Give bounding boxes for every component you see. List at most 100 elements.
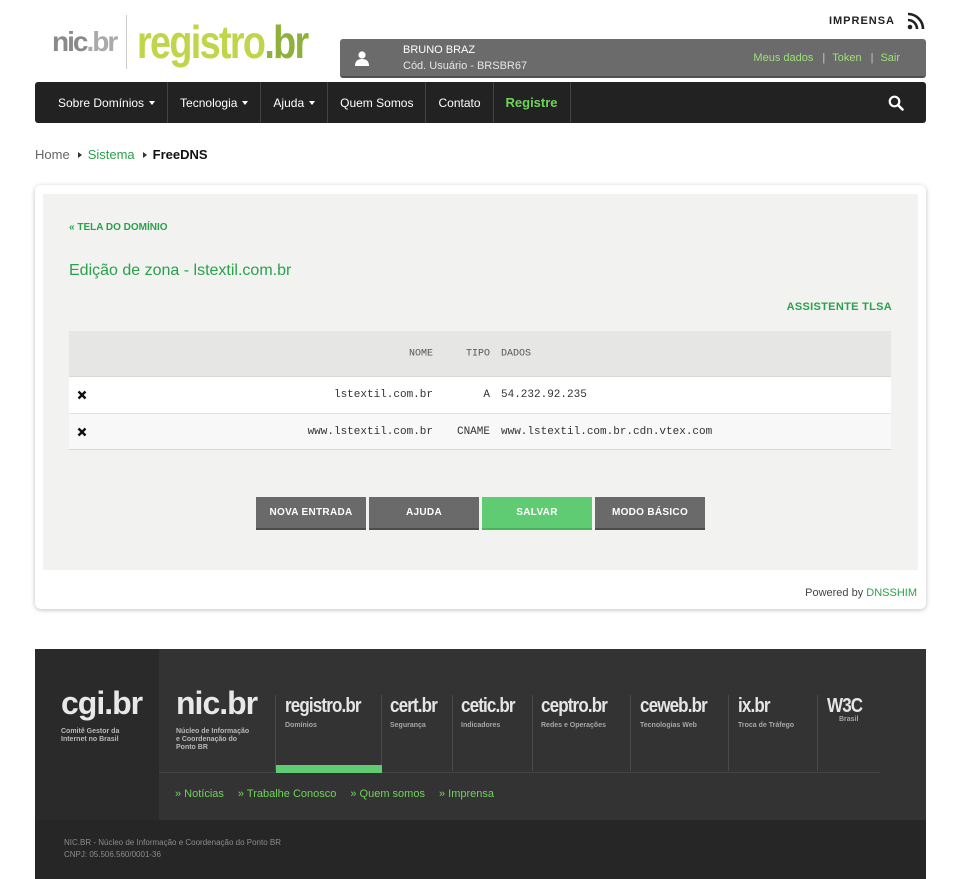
nav-label: Ajuda bbox=[273, 95, 305, 110]
back-to-domain-link[interactable]: « TELA DO DOMÍNIO bbox=[69, 222, 168, 233]
registro-br-logo[interactable]: registro.br bbox=[137, 15, 309, 69]
registro-logo-text: registro bbox=[137, 16, 266, 68]
powered-by-label: Powered by bbox=[805, 587, 867, 599]
save-button[interactable]: SALVAR bbox=[482, 497, 592, 530]
breadcrumb-current: FreeDNS bbox=[152, 147, 208, 162]
brand-divider bbox=[817, 695, 818, 771]
footer-link-quem-somos[interactable]: » Quem somos bbox=[350, 788, 425, 800]
nav-label: Registre bbox=[505, 95, 558, 110]
record-name: lstextil.com.br bbox=[333, 389, 433, 401]
dnsshim-link[interactable]: DNSSHIM bbox=[866, 587, 917, 599]
brand-divider bbox=[381, 695, 382, 771]
link-separator: | bbox=[822, 52, 826, 64]
org-cnpj: CNPJ: 05.506.560/0001-36 bbox=[64, 850, 161, 859]
brand-cert-br[interactable]: cert.br Segurança bbox=[390, 695, 445, 729]
nav-item-ajuda[interactable]: Ajuda bbox=[261, 82, 329, 123]
brand-divider bbox=[452, 695, 453, 771]
caret-right-icon bbox=[77, 151, 82, 158]
brand-registro-br[interactable]: registro.br Domínios bbox=[285, 695, 374, 729]
brand-divider bbox=[532, 695, 533, 771]
user-name: BRUNO BRAZ bbox=[403, 44, 476, 56]
footer-links: » Notícias » Trabalhe Conosco » Quem som… bbox=[175, 788, 494, 800]
tlsa-assistant-link[interactable]: ASSISTENTE TLSA bbox=[787, 301, 892, 313]
nav-item-tecnologia[interactable]: Tecnologia bbox=[168, 82, 262, 123]
column-header-type: TIPO bbox=[465, 348, 490, 359]
nav-label: Sobre Domínios bbox=[58, 95, 145, 110]
footer-link-trabalhe-conosco[interactable]: » Trabalhe Conosco bbox=[238, 788, 336, 800]
logout-link[interactable]: Sair bbox=[880, 52, 900, 64]
nic-br-logo[interactable]: nic.br bbox=[52, 26, 118, 58]
record-data: www.lstextil.com.br.cdn.vtex.com bbox=[501, 425, 713, 438]
cgi-br-logo: cgi.br bbox=[61, 685, 143, 721]
cgi-br-block[interactable]: cgi.br Comitê Gestor da Internet no Bras… bbox=[35, 649, 159, 820]
caret-down-icon bbox=[242, 101, 249, 105]
brand-name: cert.br bbox=[390, 695, 438, 717]
my-data-link[interactable]: Meus dados bbox=[753, 52, 813, 64]
brand-sub: Tecnologias Web bbox=[640, 722, 697, 729]
nic-logo-suffix: .br bbox=[86, 26, 118, 57]
brand-name: ceweb.br bbox=[640, 695, 708, 717]
help-button[interactable]: AJUDA bbox=[369, 497, 479, 530]
page-title: Edição de zona - lstextil.com.br bbox=[69, 262, 292, 279]
user-links: Meus dados | Token | Sair bbox=[753, 52, 900, 64]
column-header-data: DADOS bbox=[501, 348, 532, 359]
brand-sub: Troca de Tráfego bbox=[738, 722, 795, 729]
nav-item-registre[interactable]: Registre bbox=[494, 82, 571, 123]
footer-bottom: NIC.BR - Núcleo de Informação e Coordena… bbox=[35, 820, 926, 879]
breadcrumb-sistema[interactable]: Sistema bbox=[88, 147, 135, 162]
search-icon[interactable] bbox=[888, 95, 904, 111]
brand-cetic-br[interactable]: cetic.br Indicadores bbox=[461, 695, 524, 729]
dns-records-table: NOME TIPO DADOS lstextil.com.br A 54.232… bbox=[69, 331, 891, 450]
delete-icon[interactable] bbox=[77, 427, 87, 437]
brand-name: ix.br bbox=[738, 695, 771, 717]
caret-down-icon bbox=[309, 101, 316, 105]
imprensa-link[interactable]: IMPRENSA bbox=[829, 12, 925, 30]
nav-item-quem-somos[interactable]: Quem Somos bbox=[328, 82, 427, 123]
rss-icon[interactable] bbox=[907, 12, 925, 30]
brand-name: cetic.br bbox=[461, 695, 516, 717]
nav-label: Contato bbox=[438, 95, 481, 110]
brand-ceweb-br[interactable]: ceweb.br Tecnologias Web bbox=[640, 695, 719, 729]
brand-divider bbox=[728, 695, 729, 771]
brand-ix-br[interactable]: ix.br Troca de Tráfego bbox=[738, 695, 794, 729]
brand-name: registro.br bbox=[285, 695, 362, 717]
footer-org-info: NIC.BR - Núcleo de Informação e Coordena… bbox=[64, 837, 281, 861]
breadcrumb-home[interactable]: Home bbox=[35, 147, 70, 162]
brand-divider bbox=[275, 695, 276, 771]
brand-w3c-brasil[interactable]: W3C Brasil bbox=[827, 695, 868, 723]
footer-brands: registro.br Domínios cert.br Segurança cet… bbox=[159, 649, 880, 773]
nav-item-contato[interactable]: Contato bbox=[426, 82, 494, 123]
caret-right-icon bbox=[142, 151, 147, 158]
delete-icon[interactable] bbox=[77, 390, 87, 400]
cgi-sub-line: Internet no Brasil bbox=[61, 736, 119, 743]
nav-label: Tecnologia bbox=[180, 95, 238, 110]
brand-sub: Domínios bbox=[285, 722, 317, 729]
link-separator: | bbox=[870, 52, 874, 64]
caret-down-icon bbox=[149, 101, 156, 105]
record-name: www.lstextil.com.br bbox=[307, 425, 433, 438]
zone-edit-card: « TELA DO DOMÍNIO Edição de zona - lstex… bbox=[35, 185, 926, 609]
action-buttons: NOVA ENTRADA AJUDA SALVAR MODO BÁSICO bbox=[43, 497, 918, 530]
brand-sub: Indicadores bbox=[461, 722, 501, 729]
user-icon bbox=[355, 51, 369, 66]
basic-mode-button[interactable]: MODO BÁSICO bbox=[595, 497, 705, 530]
cgi-br-subtitle: Comitê Gestor da Internet no Brasil bbox=[61, 728, 119, 744]
table-header: NOME TIPO DADOS bbox=[69, 331, 891, 376]
nav-item-sobre-dominios[interactable]: Sobre Domínios bbox=[35, 82, 169, 123]
footer-link-noticias[interactable]: » Notícias bbox=[175, 788, 224, 800]
user-code: Cód. Usuário - BRSBR67 bbox=[403, 60, 528, 72]
cgi-sub-line: Comitê Gestor da bbox=[61, 728, 120, 735]
brand-name: W3C bbox=[827, 695, 863, 717]
token-link[interactable]: Token bbox=[832, 52, 861, 64]
zone-edit-panel: « TELA DO DOMÍNIO Edição de zona - lstex… bbox=[43, 194, 918, 570]
active-brand-indicator bbox=[276, 765, 382, 773]
footer-link-imprensa[interactable]: » Imprensa bbox=[439, 788, 494, 800]
new-entry-button[interactable]: NOVA ENTRADA bbox=[256, 497, 366, 530]
breadcrumb: Home Sistema FreeDNS bbox=[35, 147, 208, 162]
site-logo[interactable]: nic.br registro.br bbox=[52, 12, 345, 72]
imprensa-label: IMPRENSA bbox=[828, 15, 895, 27]
brand-ceptro-br[interactable]: ceptro.br Redes e Operações bbox=[541, 695, 619, 729]
brand-sub: Segurança bbox=[390, 722, 426, 729]
table-row: www.lstextil.com.br CNAME www.lstextil.c… bbox=[69, 413, 891, 450]
table-row: lstextil.com.br A 54.232.92.235 bbox=[69, 376, 891, 413]
